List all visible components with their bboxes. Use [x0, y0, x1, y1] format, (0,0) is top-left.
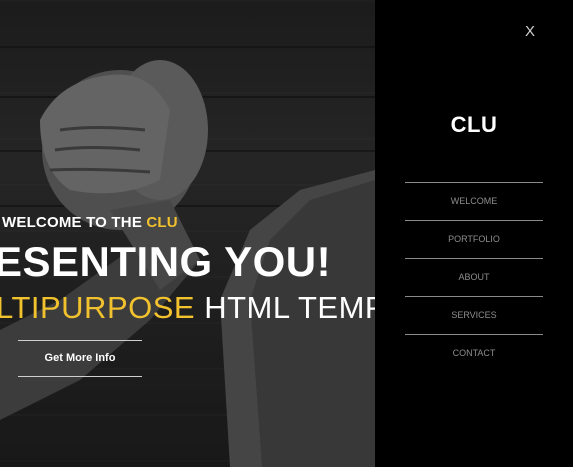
menu-item-services[interactable]: SERVICES: [405, 296, 543, 334]
hero-subline: LTIPURPOSE HTML TEMP: [0, 290, 375, 326]
welcome-heading: WELCOME TO THE CLU: [2, 214, 178, 231]
menu-item-about[interactable]: ABOUT: [405, 258, 543, 296]
close-menu-button[interactable]: X: [522, 22, 538, 42]
menu-item-contact[interactable]: CONTACT: [405, 334, 543, 372]
menu-item-portfolio[interactable]: PORTFOLIO: [405, 220, 543, 258]
welcome-prefix: WELCOME TO THE: [2, 214, 147, 231]
brand-logo[interactable]: CLU: [375, 112, 573, 138]
welcome-accent: CLU: [146, 214, 178, 231]
hero-headline: ESENTING YOU!: [0, 238, 332, 285]
subline-rest: HTML TEMP: [195, 290, 375, 325]
hero-overlay: [0, 0, 375, 467]
subline-accent: LTIPURPOSE: [0, 290, 196, 325]
menu-item-welcome[interactable]: WELCOME: [405, 182, 543, 220]
menu-list: WELCOME PORTFOLIO ABOUT SERVICES CONTACT: [405, 182, 543, 372]
get-more-info-button[interactable]: Get More Info: [18, 340, 142, 377]
side-menu-panel: X CLU WELCOME PORTFOLIO ABOUT SERVICES C…: [375, 0, 573, 467]
hero-background: WELCOME TO THE CLU ESENTING YOU! LTIPURP…: [0, 0, 375, 467]
